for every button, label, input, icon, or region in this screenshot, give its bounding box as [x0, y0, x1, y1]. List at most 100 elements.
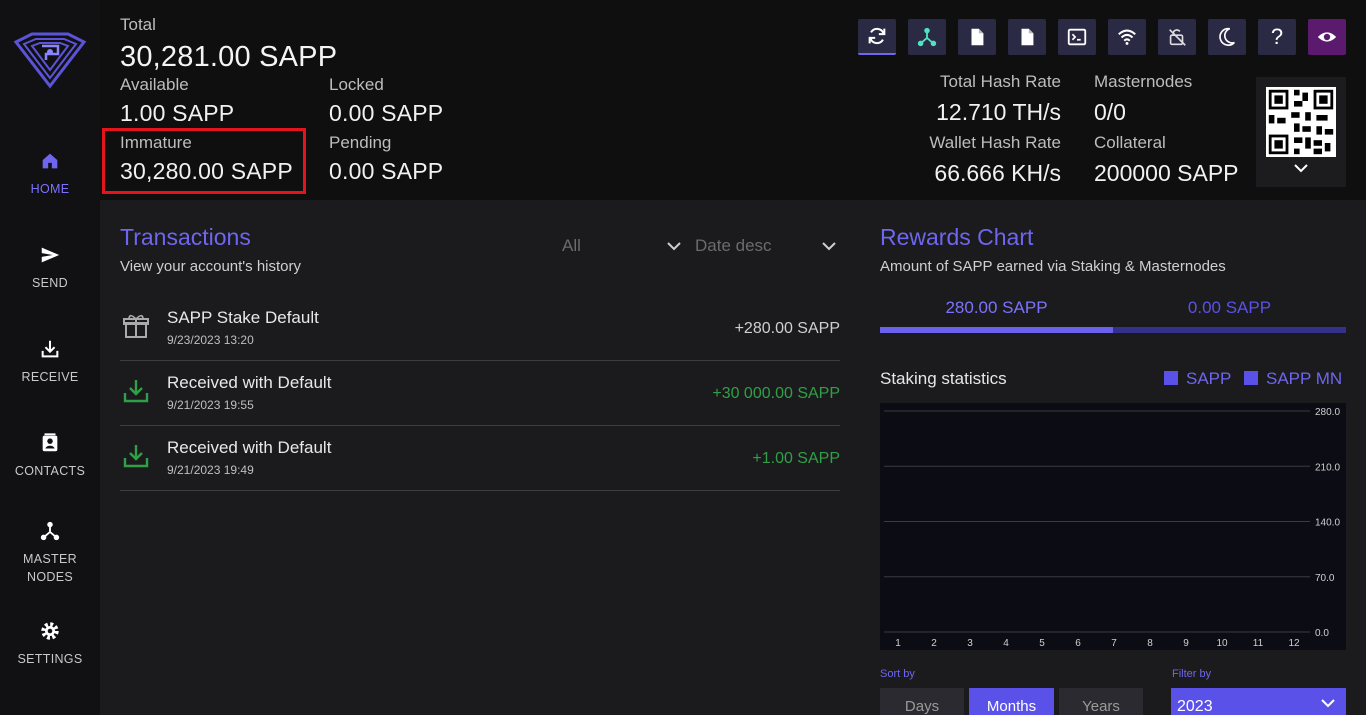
total-hash-rate-label: Total Hash Rate — [940, 72, 1061, 91]
chevron-down-icon — [1321, 699, 1335, 708]
transaction-row[interactable]: SAPP Stake Default 9/23/2023 13:20 +280.… — [120, 296, 840, 361]
sort-days-button[interactable]: Days — [880, 688, 964, 715]
help-icon: ? — [1270, 24, 1284, 49]
staking-chart: 280.0 210.0 140.0 70.0 0.0 1 2 3 4 5 6 7 8 9 10 11 12 — [880, 403, 1346, 650]
theme-button[interactable] — [1208, 19, 1246, 55]
sort-filter-value: Date desc — [695, 236, 772, 255]
document-button-1[interactable] — [958, 19, 996, 55]
y-tick-label: 140.0 — [1315, 518, 1340, 529]
immature-highlight-box — [102, 128, 306, 194]
legend-swatch-sapp-mn — [1244, 371, 1258, 385]
transactions-title: Transactions — [120, 224, 251, 250]
console-button[interactable] — [1058, 19, 1096, 55]
sidebar-item-contacts[interactable]: CONTACTS — [0, 432, 100, 480]
sidebar-item-label: RECEIVE — [21, 370, 79, 384]
gift-icon — [123, 314, 149, 338]
sidebar: HOME SEND RECEIVE CONTACTS MASTER NODES … — [0, 0, 100, 715]
document-button-2[interactable] — [1008, 19, 1046, 55]
document-icon — [971, 28, 984, 46]
privacy-button[interactable] — [1308, 19, 1346, 55]
sidebar-item-receive[interactable]: RECEIVE — [0, 338, 100, 386]
type-filter-value: All — [562, 236, 581, 255]
terminal-icon — [1067, 28, 1087, 46]
sort-filter-select[interactable]: Date desc — [695, 236, 772, 256]
transaction-amount: +280.00 SAPP — [734, 320, 840, 337]
refresh-button[interactable] — [858, 19, 896, 55]
x-tick-label: 7 — [1111, 638, 1117, 649]
legend-label-sapp: SAPP — [1186, 369, 1232, 388]
rewards-subtitle: Amount of SAPP earned via Staking & Mast… — [880, 258, 1226, 275]
chart-title: Staking statistics — [880, 369, 1007, 388]
x-tick-label: 4 — [1003, 638, 1009, 649]
x-tick-label: 12 — [1288, 638, 1300, 649]
eye-icon — [1317, 32, 1337, 42]
rewards-tab-active — [880, 327, 1113, 333]
download-icon — [123, 380, 149, 403]
transaction-title: Received with Default — [167, 373, 332, 392]
qr-panel[interactable] — [1256, 77, 1346, 187]
transaction-title: Received with Default — [167, 438, 332, 457]
x-tick-label: 3 — [967, 638, 973, 649]
x-tick-label: 11 — [1253, 638, 1264, 649]
year-filter-value: 2023 — [1177, 698, 1213, 715]
collateral-label: Collateral — [1094, 133, 1166, 152]
chevron-down-icon — [1294, 164, 1308, 173]
moon-icon — [1219, 27, 1235, 46]
available-label: Available — [120, 75, 189, 94]
lock-button[interactable] — [1158, 19, 1196, 55]
masternode-button[interactable] — [908, 19, 946, 55]
tab-staking-amount[interactable]: 280.00 SAPP — [880, 298, 1113, 318]
document-icon — [1021, 28, 1034, 46]
sort-months-button[interactable]: Months — [969, 688, 1054, 715]
total-value: 30,281.00 SAPP — [120, 41, 338, 73]
chevron-down-icon[interactable] — [821, 241, 837, 251]
year-filter-select[interactable]: 2023 — [1171, 688, 1346, 715]
x-tick-label: 9 — [1183, 638, 1189, 649]
sapphire-logo — [13, 32, 87, 89]
wallet-hash-rate-value: 66.666 KH/s — [934, 160, 1061, 186]
gear-icon — [41, 622, 59, 640]
sidebar-item-label: SEND — [32, 276, 68, 290]
pending-value: 0.00 SAPP — [329, 158, 444, 184]
type-filter-select[interactable]: All — [562, 236, 581, 256]
masternodes-label: Masternodes — [1094, 72, 1193, 91]
chevron-down-icon[interactable] — [666, 241, 682, 251]
x-tick-label: 6 — [1075, 638, 1081, 649]
y-tick-label: 210.0 — [1315, 462, 1340, 473]
masternodes-value: 0/0 — [1094, 99, 1126, 125]
sidebar-item-label: MASTER — [23, 552, 77, 566]
total-hash-rate-value: 12.710 TH/s — [936, 99, 1061, 125]
receive-icon — [41, 340, 59, 358]
sidebar-item-label: CONTACTS — [14, 464, 86, 478]
sidebar-item-settings[interactable]: SETTINGS — [0, 620, 100, 668]
x-tick-label: 1 — [895, 638, 901, 649]
y-tick-label: 0.0 — [1315, 628, 1329, 639]
contacts-icon — [42, 433, 58, 452]
transaction-row[interactable]: Received with Default 9/21/2023 19:55 +3… — [120, 361, 840, 426]
sidebar-item-home[interactable]: HOME — [0, 150, 100, 198]
rewards-tab-indicator — [880, 327, 1346, 333]
transaction-row[interactable]: Received with Default 9/21/2023 19:49 +1… — [120, 426, 840, 491]
total-label: Total — [120, 15, 156, 34]
locked-value: 0.00 SAPP — [329, 100, 444, 126]
sidebar-item-label: NODES — [27, 570, 73, 584]
pending-label: Pending — [329, 133, 392, 152]
sort-years-button[interactable]: Years — [1059, 688, 1143, 715]
sidebar-item-masternodes[interactable]: MASTER NODES — [0, 520, 100, 586]
sidebar-item-label: SETTINGS — [17, 652, 83, 666]
sidebar-item-send[interactable]: SEND — [0, 244, 100, 292]
x-tick-label: 2 — [931, 638, 937, 649]
legend-label-sapp-mn: SAPP MN — [1266, 369, 1343, 388]
help-button[interactable]: ? — [1258, 19, 1296, 55]
transaction-date: 9/21/2023 19:55 — [167, 398, 254, 412]
wifi-icon — [1118, 29, 1136, 45]
legend-swatch-sapp — [1164, 371, 1178, 385]
sidebar-item-label: HOME — [30, 182, 70, 196]
staking-chart-svg: 280.0210.0140.070.00.01 2 3 4 5 6 7 8 9 10 11 12 — [884, 407, 1340, 649]
locked-label: Locked — [329, 75, 384, 94]
x-tick-label: 5 — [1039, 638, 1045, 649]
network-button[interactable] — [1108, 19, 1146, 55]
tab-masternodes-amount[interactable]: 0.00 SAPP — [1113, 298, 1346, 318]
x-tick-label: 8 — [1147, 638, 1153, 649]
send-icon — [41, 247, 60, 263]
